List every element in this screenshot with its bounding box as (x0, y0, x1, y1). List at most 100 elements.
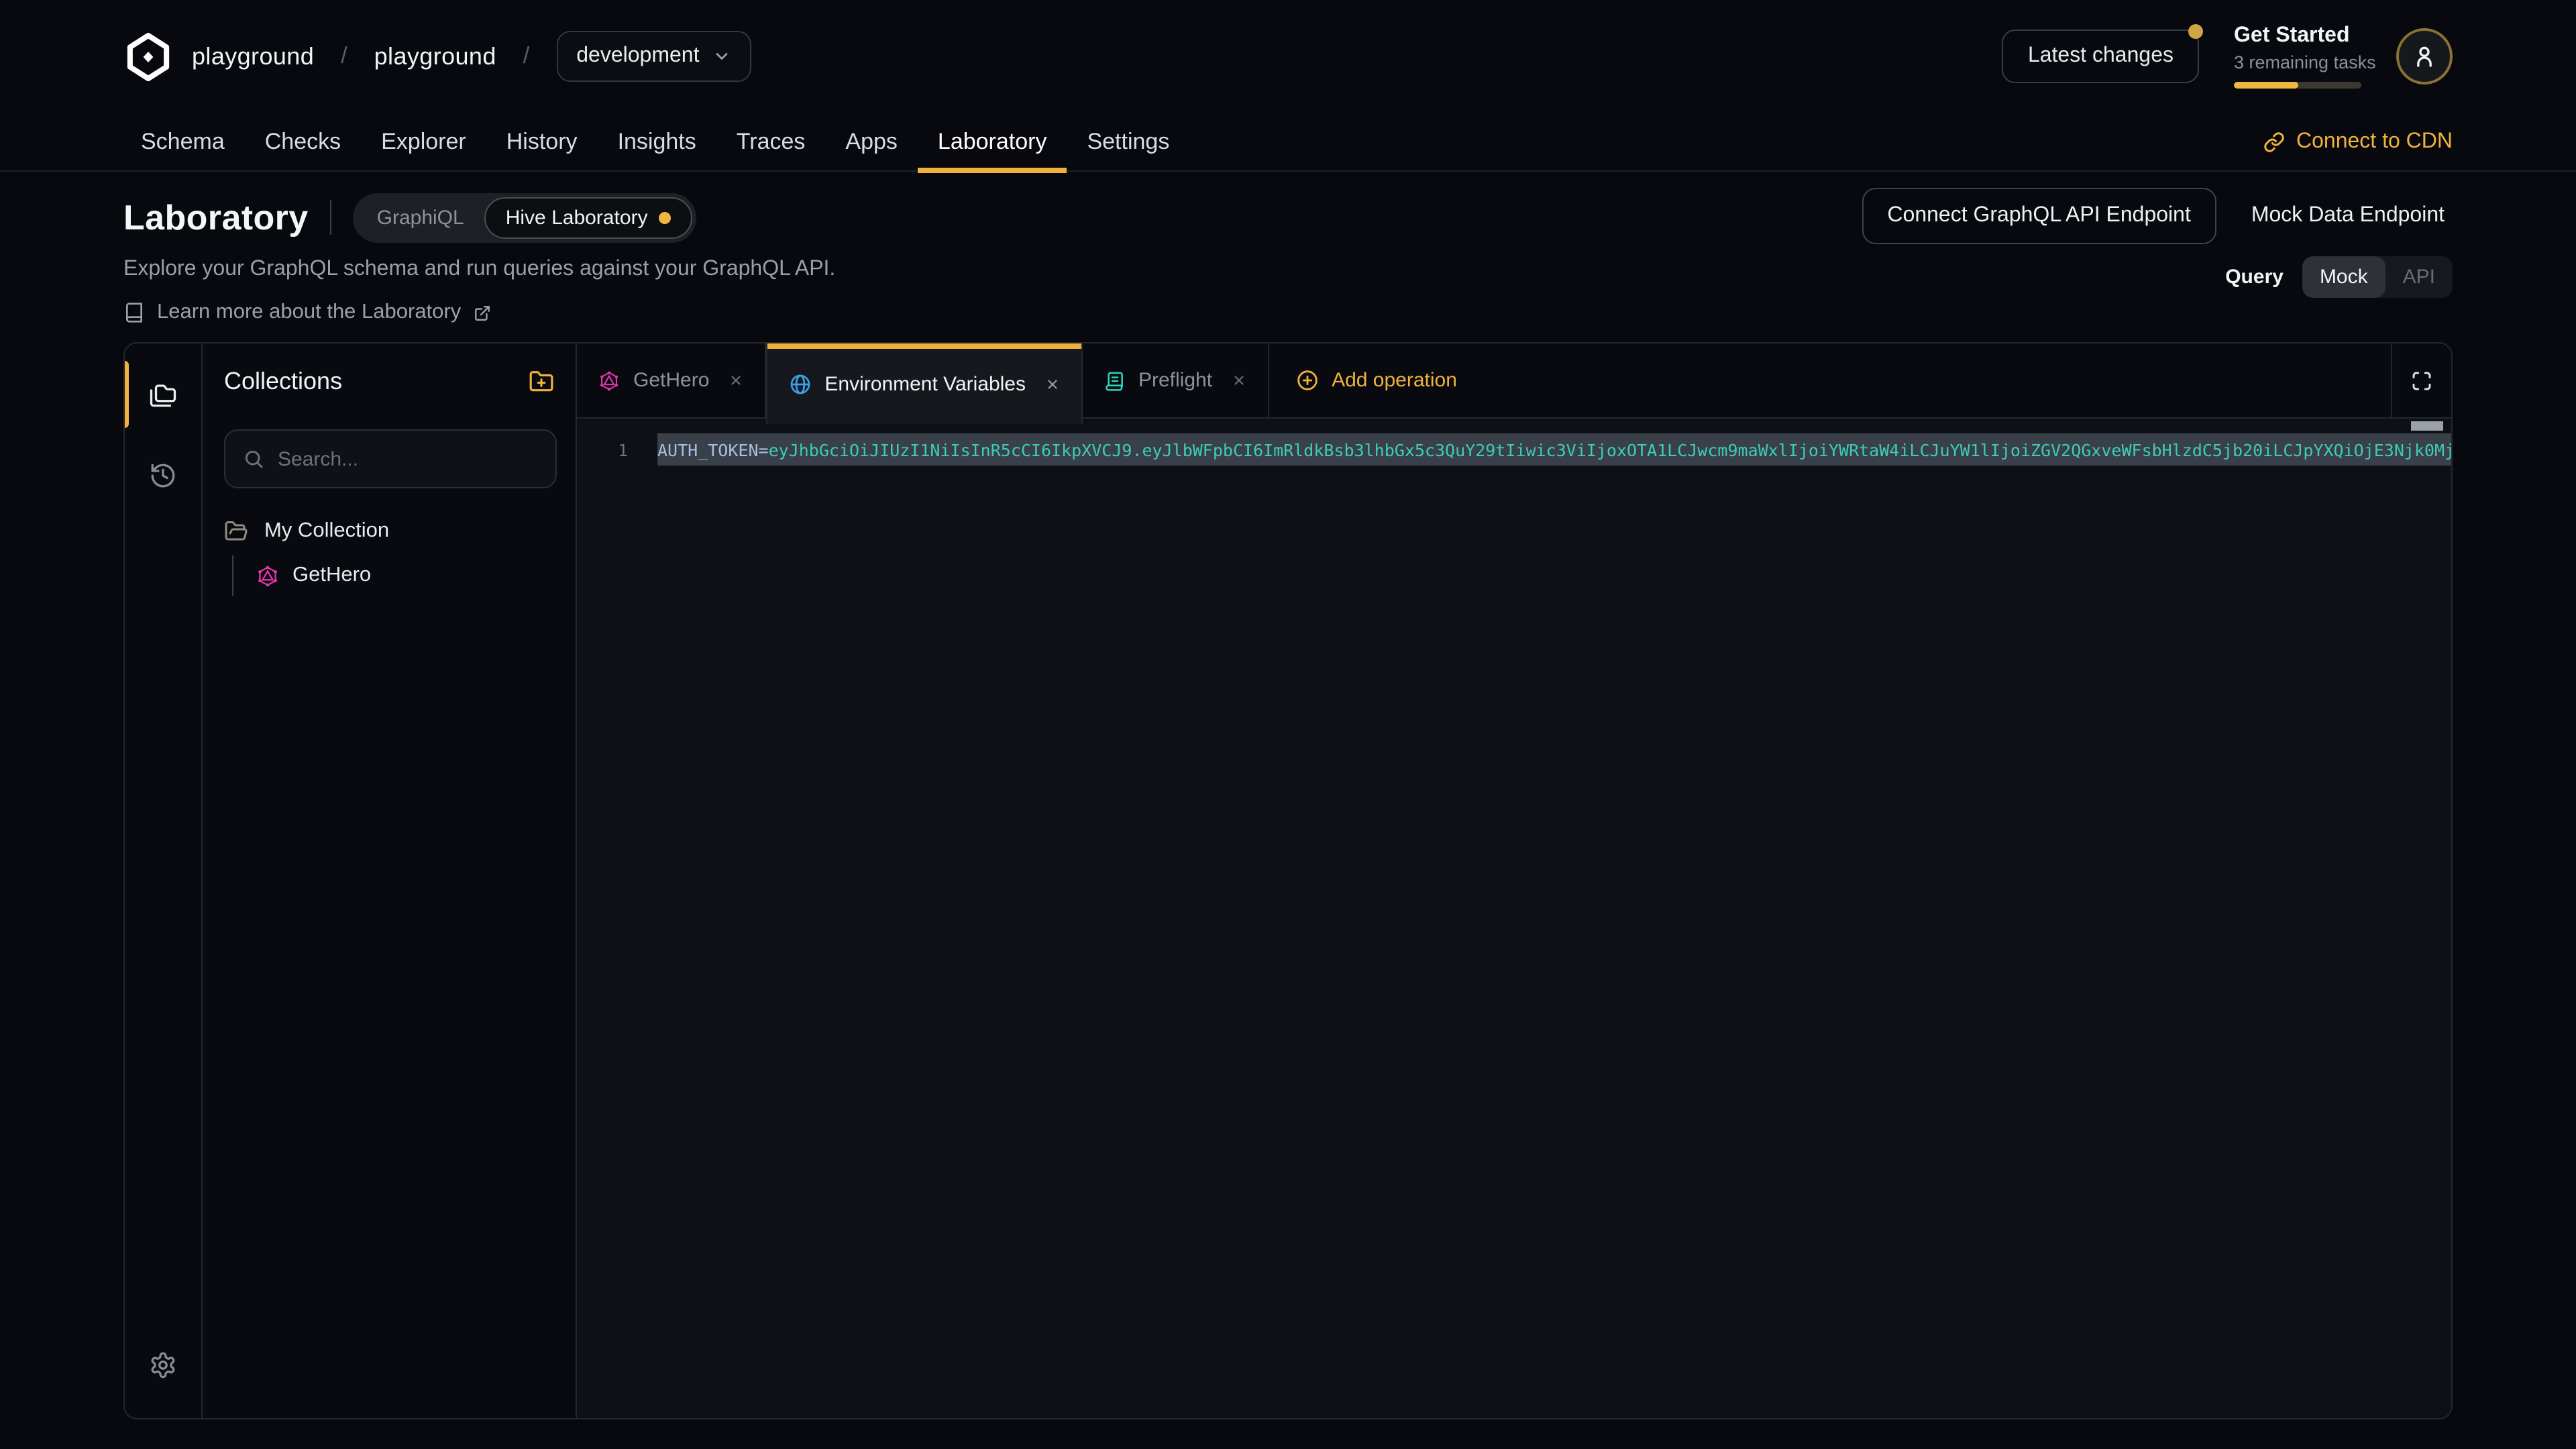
nav-tab-explorer[interactable]: Explorer (361, 112, 486, 171)
query-mode-row: Query Mock API (1862, 256, 2453, 298)
mode-active-dot (659, 211, 671, 223)
rail-history-button[interactable] (124, 435, 202, 515)
connect-to-cdn-link[interactable]: Connect to CDN (2263, 113, 2453, 172)
fullscreen-icon (2411, 370, 2432, 391)
main-nav: Schema Checks Explorer History Insights … (0, 113, 2576, 172)
title-divider (330, 200, 331, 235)
collection-children: GetHero (203, 553, 576, 598)
nav-tab-schema[interactable]: Schema (121, 112, 245, 171)
breadcrumb-project[interactable]: playground (374, 42, 496, 70)
collection-folder-label: My Collection (264, 519, 389, 543)
latest-changes-button[interactable]: Latest changes (2002, 30, 2199, 83)
close-icon[interactable] (1231, 373, 1246, 388)
tab-gethero[interactable]: GetHero (577, 343, 765, 417)
code-content[interactable]: AUTH_TOKEN=eyJhbGciOiJIUzI1NiIsInR5cCI6I… (657, 433, 2451, 466)
tab-bar-spacer (1484, 343, 2391, 417)
notification-dot (2188, 24, 2203, 39)
tab-label: Environment Variables (824, 372, 1026, 395)
query-label: Query (2225, 266, 2284, 288)
add-operation-label: Add operation (1332, 369, 1457, 392)
mode-option-graphiql[interactable]: GraphiQL (357, 197, 484, 238)
get-started-progress (2234, 82, 2361, 89)
get-started-progress-fill (2234, 82, 2298, 89)
add-operation-button[interactable]: Add operation (1269, 343, 1484, 417)
learn-more-label: Learn more about the Laboratory (157, 301, 461, 325)
chevron-down-icon (713, 47, 732, 66)
collections-search[interactable] (224, 429, 557, 488)
rail-collections-button[interactable] (124, 354, 202, 435)
laboratory-panel: Collections (123, 342, 2453, 1419)
breadcrumb-org[interactable]: playground (192, 42, 314, 70)
nav-tab-history[interactable]: History (486, 112, 598, 171)
close-icon[interactable] (728, 373, 743, 388)
nav-tab-laboratory[interactable]: Laboratory (918, 112, 1067, 171)
nav-tab-checks[interactable]: Checks (245, 112, 361, 171)
connect-endpoint-button[interactable]: Connect GraphQL API Endpoint (1862, 188, 2216, 244)
tab-bar: GetHero Environment Variables (577, 343, 2451, 419)
editor-area: GetHero Environment Variables (577, 343, 2451, 1418)
query-mode-mock[interactable]: Mock (2302, 256, 2385, 298)
query-mode-api[interactable]: API (2385, 256, 2453, 298)
operation-label: GetHero (292, 564, 371, 588)
collections-title: Collections (224, 367, 342, 395)
env-variables-editor[interactable]: 1 AUTH_TOKEN=eyJhbGciOiJIUzI1NiIsInR5cCI… (577, 419, 2451, 1418)
search-input[interactable] (278, 447, 538, 470)
external-link-icon (473, 304, 490, 321)
breadcrumb-separator: / (523, 43, 529, 70)
nav-tab-traces[interactable]: Traces (716, 112, 826, 171)
collections-sidebar: Collections (203, 343, 577, 1418)
collection-folder-row[interactable]: My Collection (203, 510, 576, 553)
tree-indent-line (232, 555, 233, 596)
page-header: Laboratory GraphiQL Hive Laboratory Expl… (123, 172, 2453, 330)
get-started-title: Get Started (2234, 24, 2361, 48)
collections-tree: My Collection GetHero (203, 510, 576, 598)
mode-option-hive-laboratory[interactable]: Hive Laboratory (484, 197, 692, 238)
folders-icon (149, 380, 177, 409)
fullscreen-button[interactable] (2391, 343, 2451, 417)
tab-label: Preflight (1138, 369, 1212, 392)
hive-logo-icon[interactable] (123, 32, 173, 81)
script-icon (1104, 370, 1125, 391)
code-line-1[interactable]: 1 AUTH_TOKEN=eyJhbGciOiJIUzI1NiIsInR5cCI… (577, 433, 2451, 466)
link-icon (2263, 131, 2284, 153)
breadcrumb-separator: / (341, 43, 347, 70)
nav-tab-insights[interactable]: Insights (598, 112, 716, 171)
user-avatar[interactable] (2396, 28, 2453, 85)
search-icon (243, 448, 264, 470)
latest-changes-label: Latest changes (2028, 44, 2174, 67)
tab-environment-variables[interactable]: Environment Variables (765, 343, 1082, 424)
book-icon (123, 302, 145, 323)
rail-settings-button[interactable] (124, 1324, 202, 1405)
breadcrumb: playground / playground / development (123, 0, 752, 113)
query-mode-toggle: Mock API (2302, 256, 2453, 298)
add-collection-icon[interactable] (529, 368, 554, 394)
get-started-subtitle: 3 remaining tasks (2234, 52, 2361, 72)
top-bar-right: Latest changes Get Started 3 remaining t… (2002, 0, 2453, 113)
mock-endpoint-button[interactable]: Mock Data Endpoint (2243, 189, 2453, 243)
folder-open-icon (224, 519, 248, 543)
gear-icon (149, 1350, 177, 1379)
get-started-widget[interactable]: Get Started 3 remaining tasks (2234, 24, 2361, 89)
nav-tab-apps[interactable]: Apps (825, 112, 918, 171)
circle-plus-icon (1295, 369, 1318, 392)
target-selector[interactable]: development (556, 31, 751, 82)
globe-icon (788, 372, 811, 395)
endpoint-buttons: Connect GraphQL API Endpoint Mock Data E… (1862, 188, 2453, 244)
tab-preflight[interactable]: Preflight (1082, 343, 1269, 417)
connect-to-cdn-label: Connect to CDN (2296, 130, 2453, 154)
target-selector-value: development (576, 44, 699, 68)
close-icon[interactable] (1044, 376, 1059, 391)
learn-more-link[interactable]: Learn more about the Laboratory (123, 301, 490, 325)
collections-header: Collections (203, 343, 576, 419)
operation-row-gethero[interactable]: GetHero (203, 553, 576, 598)
overview-ruler-mark (2411, 421, 2443, 431)
nav-tab-settings[interactable]: Settings (1067, 112, 1189, 171)
top-bar: playground / playground / development La… (0, 0, 2576, 113)
env-var-name: AUTH_TOKEN= (657, 439, 769, 460)
lab-mode-toggle: GraphiQL Hive Laboratory (353, 193, 696, 242)
hive-laboratory-app: playground / playground / development La… (0, 0, 2576, 1449)
page-title: Laboratory (123, 197, 309, 238)
graphql-icon (256, 564, 279, 587)
user-icon (2411, 43, 2438, 70)
line-number: 1 (577, 439, 628, 460)
